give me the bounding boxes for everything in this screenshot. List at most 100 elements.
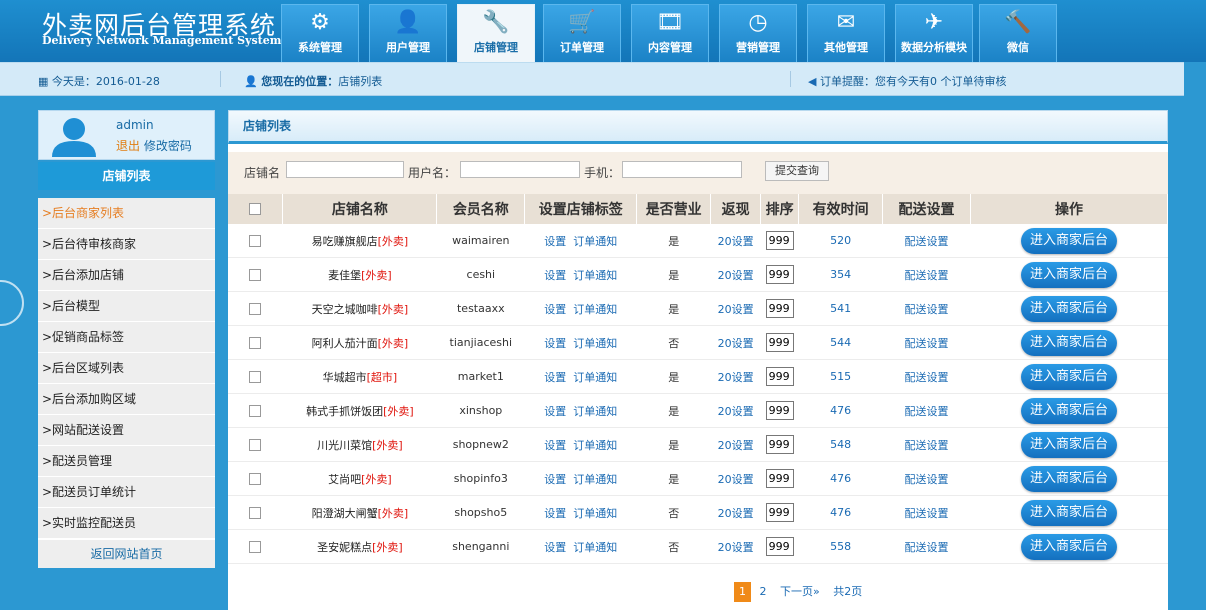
enter-shop-admin-button[interactable]: 进入商家后台: [1021, 431, 1117, 458]
sort-input[interactable]: 999: [765, 435, 794, 454]
order-notify-link[interactable]: 订单通知: [573, 337, 617, 350]
submit-query-button[interactable]: 提交查询: [765, 161, 829, 181]
order-notify-link[interactable]: 订单通知: [573, 541, 617, 554]
cashback-link[interactable]: 20设置: [718, 405, 754, 418]
sidebar-item[interactable]: >后台待审核商家: [38, 229, 215, 260]
enter-shop-admin-button[interactable]: 进入商家后台: [1021, 499, 1117, 526]
order-notify-link[interactable]: 订单通知: [573, 507, 617, 520]
enter-shop-admin-button[interactable]: 进入商家后台: [1021, 295, 1117, 322]
sidebar-item[interactable]: >后台模型: [38, 291, 215, 322]
set-tag-link[interactable]: 设置: [544, 473, 566, 486]
nav-item[interactable]: 👤 用户管理: [369, 4, 447, 62]
sort-input[interactable]: 999: [765, 231, 794, 250]
enter-shop-admin-button[interactable]: 进入商家后台: [1021, 397, 1117, 424]
set-tag-link[interactable]: 设置: [544, 371, 566, 384]
cashback-link[interactable]: 20设置: [718, 371, 754, 384]
cashback-link[interactable]: 20设置: [718, 269, 754, 282]
sidebar-item[interactable]: >实时监控配送员: [38, 508, 215, 539]
order-notify-link[interactable]: 订单通知: [573, 269, 617, 282]
row-checkbox[interactable]: [249, 473, 262, 485]
sidebar-item[interactable]: >后台区域列表: [38, 353, 215, 384]
shop-name[interactable]: 麦佳堡: [328, 269, 361, 282]
row-checkbox[interactable]: [249, 303, 262, 315]
nav-item[interactable]: ⚙ 系统管理: [281, 4, 359, 62]
set-tag-link[interactable]: 设置: [544, 507, 566, 520]
sort-input[interactable]: 999: [765, 537, 794, 556]
sidebar-item[interactable]: >后台商家列表: [38, 198, 215, 229]
row-checkbox[interactable]: [249, 507, 262, 519]
next-page-link[interactable]: 下一页»: [775, 582, 825, 602]
nav-item[interactable]: 🛒 订单管理: [543, 4, 621, 62]
enter-shop-admin-button[interactable]: 进入商家后台: [1021, 227, 1117, 254]
cashback-link[interactable]: 20设置: [718, 303, 754, 316]
sort-input[interactable]: 999: [765, 503, 794, 522]
delivery-settings-link[interactable]: 配送设置: [905, 541, 949, 554]
sidebar-item[interactable]: >网站配送设置: [38, 415, 215, 446]
delivery-settings-link[interactable]: 配送设置: [905, 303, 949, 316]
delivery-settings-link[interactable]: 配送设置: [905, 371, 949, 384]
username-input[interactable]: [460, 161, 580, 178]
cashback-link[interactable]: 20设置: [718, 473, 754, 486]
row-checkbox[interactable]: [249, 541, 262, 553]
logout-link[interactable]: 退出: [116, 139, 140, 153]
set-tag-link[interactable]: 设置: [544, 337, 566, 350]
set-tag-link[interactable]: 设置: [544, 541, 566, 554]
order-notify-link[interactable]: 订单通知: [573, 235, 617, 248]
enter-shop-admin-button[interactable]: 进入商家后台: [1021, 533, 1117, 560]
sort-input[interactable]: 999: [765, 299, 794, 318]
set-tag-link[interactable]: 设置: [544, 269, 566, 282]
row-checkbox[interactable]: [249, 405, 262, 417]
page-2-link[interactable]: 2: [755, 582, 772, 602]
nav-item[interactable]: 🎞 内容管理: [631, 4, 709, 62]
shop-name[interactable]: 阿利人茄汁面: [312, 337, 378, 350]
shop-name[interactable]: 圣安妮糕点: [317, 541, 372, 554]
shop-name[interactable]: 阳澄湖大闸蟹: [312, 507, 378, 520]
shop-name[interactable]: 韩式手抓饼饭团: [306, 405, 383, 418]
page-current[interactable]: 1: [734, 582, 751, 602]
sidebar-item[interactable]: >配送员管理: [38, 446, 215, 477]
sort-input[interactable]: 999: [765, 469, 794, 488]
enter-shop-admin-button[interactable]: 进入商家后台: [1021, 363, 1117, 390]
shop-name[interactable]: 天空之城咖啡: [312, 303, 378, 316]
cashback-link[interactable]: 20设置: [718, 507, 754, 520]
delivery-settings-link[interactable]: 配送设置: [905, 405, 949, 418]
set-tag-link[interactable]: 设置: [544, 405, 566, 418]
phone-input[interactable]: [622, 161, 742, 178]
sidebar-item[interactable]: >配送员订单统计: [38, 477, 215, 508]
cashback-link[interactable]: 20设置: [718, 439, 754, 452]
nav-item[interactable]: ◷ 营销管理: [719, 4, 797, 62]
sidebar-item[interactable]: >后台添加购区域: [38, 384, 215, 415]
order-notify-link[interactable]: 订单通知: [573, 473, 617, 486]
scroll-handle-icon[interactable]: [0, 280, 24, 326]
shop-name[interactable]: 华城超市: [323, 371, 367, 384]
set-tag-link[interactable]: 设置: [544, 439, 566, 452]
delivery-settings-link[interactable]: 配送设置: [905, 235, 949, 248]
order-notify-link[interactable]: 订单通知: [573, 371, 617, 384]
select-all-checkbox[interactable]: [249, 203, 262, 215]
sort-input[interactable]: 999: [765, 367, 794, 386]
shop-name[interactable]: 易吃赚旗舰店: [312, 235, 378, 248]
row-checkbox[interactable]: [249, 337, 262, 349]
sort-input[interactable]: 999: [765, 265, 794, 284]
delivery-settings-link[interactable]: 配送设置: [905, 269, 949, 282]
enter-shop-admin-button[interactable]: 进入商家后台: [1021, 261, 1117, 288]
shop-name[interactable]: 艾尚吧: [328, 473, 361, 486]
order-notify-link[interactable]: 订单通知: [573, 303, 617, 316]
row-checkbox[interactable]: [249, 269, 262, 281]
delivery-settings-link[interactable]: 配送设置: [905, 439, 949, 452]
set-tag-link[interactable]: 设置: [544, 303, 566, 316]
set-tag-link[interactable]: 设置: [544, 235, 566, 248]
row-checkbox[interactable]: [249, 371, 262, 383]
shop-name-input[interactable]: [286, 161, 404, 178]
nav-item[interactable]: ✈ 数据分析模块: [895, 4, 973, 62]
order-notify-link[interactable]: 订单通知: [573, 439, 617, 452]
back-home-link[interactable]: 返回网站首页: [38, 539, 215, 568]
cashback-link[interactable]: 20设置: [718, 235, 754, 248]
enter-shop-admin-button[interactable]: 进入商家后台: [1021, 465, 1117, 492]
order-notify-link[interactable]: 订单通知: [573, 405, 617, 418]
delivery-settings-link[interactable]: 配送设置: [905, 473, 949, 486]
sidebar-item[interactable]: >后台添加店铺: [38, 260, 215, 291]
delivery-settings-link[interactable]: 配送设置: [905, 507, 949, 520]
delivery-settings-link[interactable]: 配送设置: [905, 337, 949, 350]
sort-input[interactable]: 999: [765, 401, 794, 420]
